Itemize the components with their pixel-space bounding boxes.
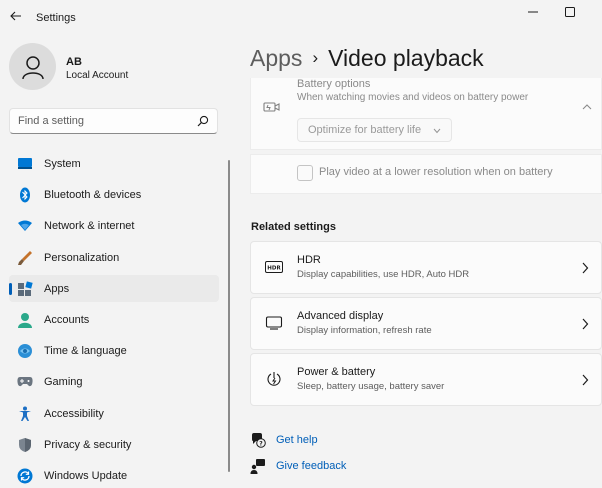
related-item-hdr[interactable]: HDR HDR Display capabilities, use HDR, A… [250, 241, 602, 294]
time-language-icon [17, 343, 33, 359]
sidebar-item-label: Network & internet [44, 220, 135, 233]
related-item-subtitle: Display information, refresh rate [297, 325, 432, 336]
chevron-right-icon [582, 318, 589, 330]
related-item-title: HDR [297, 254, 321, 266]
user-icon [21, 55, 44, 79]
chevron-right-icon [582, 374, 589, 386]
get-help-link[interactable]: ? Get help [250, 431, 318, 449]
sidebar-item-windows-update[interactable]: Windows Update [9, 462, 219, 488]
low-resolution-checkbox[interactable] [297, 165, 313, 181]
search-box[interactable] [9, 108, 218, 134]
get-help-label[interactable]: Get help [276, 434, 318, 446]
sidebar-item-bluetooth[interactable]: Bluetooth & devices [9, 181, 219, 208]
related-settings-heading: Related settings [251, 221, 336, 233]
related-item-subtitle: Sleep, battery usage, battery saver [297, 381, 445, 392]
sidebar-item-personalization[interactable]: Personalization [9, 244, 219, 271]
hdr-icon: HDR [265, 259, 283, 275]
page-title: Video playback [328, 44, 484, 71]
chevron-down-icon [433, 128, 441, 134]
related-item-subtitle: Display capabilities, use HDR, Auto HDR [297, 269, 470, 280]
maximize-icon [565, 7, 575, 17]
avatar[interactable] [9, 43, 56, 90]
monitor-icon [265, 315, 283, 331]
selection-indicator [9, 282, 12, 295]
account-name: AB [66, 56, 82, 68]
power-icon [265, 371, 283, 387]
svg-text:?: ? [259, 440, 263, 447]
sidebar-item-apps[interactable]: Apps [9, 274, 219, 302]
system-icon [17, 156, 33, 172]
low-resolution-card: Play video at a lower resolution when on… [250, 154, 602, 194]
account-type: Local Account [66, 70, 129, 81]
accessibility-icon [17, 406, 33, 422]
gaming-icon [17, 374, 33, 390]
windows-update-icon [17, 468, 33, 484]
battery-options-subtitle: When watching movies and videos on batte… [297, 92, 529, 103]
battery-mode-value: Optimize for battery life [308, 124, 422, 136]
battery-options-card: Battery options When watching movies and… [250, 78, 602, 150]
give-feedback-label[interactable]: Give feedback [276, 460, 346, 472]
sidebar-item-label: Accessibility [44, 407, 104, 420]
network-icon [17, 218, 33, 234]
minimize-icon [528, 11, 538, 13]
related-item-power-battery[interactable]: Power & battery Sleep, battery usage, ba… [250, 353, 602, 406]
sidebar-scrollbar[interactable] [228, 160, 230, 472]
sidebar-item-system[interactable]: System [9, 150, 219, 177]
sidebar-item-label: System [44, 158, 81, 170]
personalization-icon [17, 250, 33, 266]
search-icon[interactable] [197, 115, 209, 127]
feedback-icon [250, 458, 266, 474]
accounts-icon [17, 312, 33, 328]
privacy-icon [17, 437, 33, 453]
related-item-advanced-display[interactable]: Advanced display Display information, re… [250, 297, 602, 350]
app-title: Settings [36, 12, 76, 24]
title-bar: Settings [0, 0, 602, 34]
bluetooth-icon [17, 187, 33, 203]
sidebar-item-accessibility[interactable]: Accessibility [9, 400, 219, 427]
give-feedback-link[interactable]: Give feedback [250, 457, 346, 475]
breadcrumb-parent[interactable]: Apps [250, 45, 302, 72]
sidebar-item-label: Apps [44, 282, 70, 295]
sidebar-item-label: Gaming [44, 376, 83, 389]
low-resolution-label: Play video at a lower resolution when on… [319, 166, 553, 178]
breadcrumb-separator: › [312, 48, 319, 67]
back-button[interactable] [6, 6, 26, 26]
sidebar-item-label: Accounts [44, 313, 90, 326]
related-item-title: Power & battery [297, 366, 376, 378]
back-arrow-icon [10, 11, 21, 21]
related-item-title: Advanced display [297, 310, 384, 322]
sidebar-item-label: Time & language [44, 345, 127, 358]
sidebar-item-privacy[interactable]: Privacy & security [9, 431, 219, 458]
sidebar-item-label: Bluetooth & devices [44, 189, 142, 202]
apps-icon [17, 281, 33, 297]
sidebar-item-time-language[interactable]: Time & language [9, 337, 219, 364]
sidebar-item-gaming[interactable]: Gaming [9, 368, 219, 395]
sidebar-item-label: Windows Update [44, 469, 128, 482]
battery-mode-dropdown[interactable]: Optimize for battery life [297, 118, 452, 142]
minimize-button[interactable] [523, 2, 543, 22]
sidebar-item-accounts[interactable]: Accounts [9, 306, 219, 333]
battery-options-title: Battery options [297, 78, 371, 90]
chevron-right-icon [582, 262, 589, 274]
svg-text:HDR: HDR [267, 266, 281, 272]
maximize-button[interactable] [560, 2, 580, 22]
breadcrumb: Apps › Video playback [250, 42, 484, 74]
sidebar-item-label: Personalization [44, 251, 120, 264]
sidebar-item-network[interactable]: Network & internet [9, 212, 219, 239]
sidebar-item-label: Privacy & security [44, 438, 132, 451]
chevron-up-icon[interactable] [581, 102, 593, 112]
help-icon: ? [250, 432, 266, 448]
search-input[interactable] [18, 113, 193, 129]
battery-video-icon [263, 102, 280, 112]
sidebar-nav: System Bluetooth & devices Network & int… [9, 150, 219, 488]
